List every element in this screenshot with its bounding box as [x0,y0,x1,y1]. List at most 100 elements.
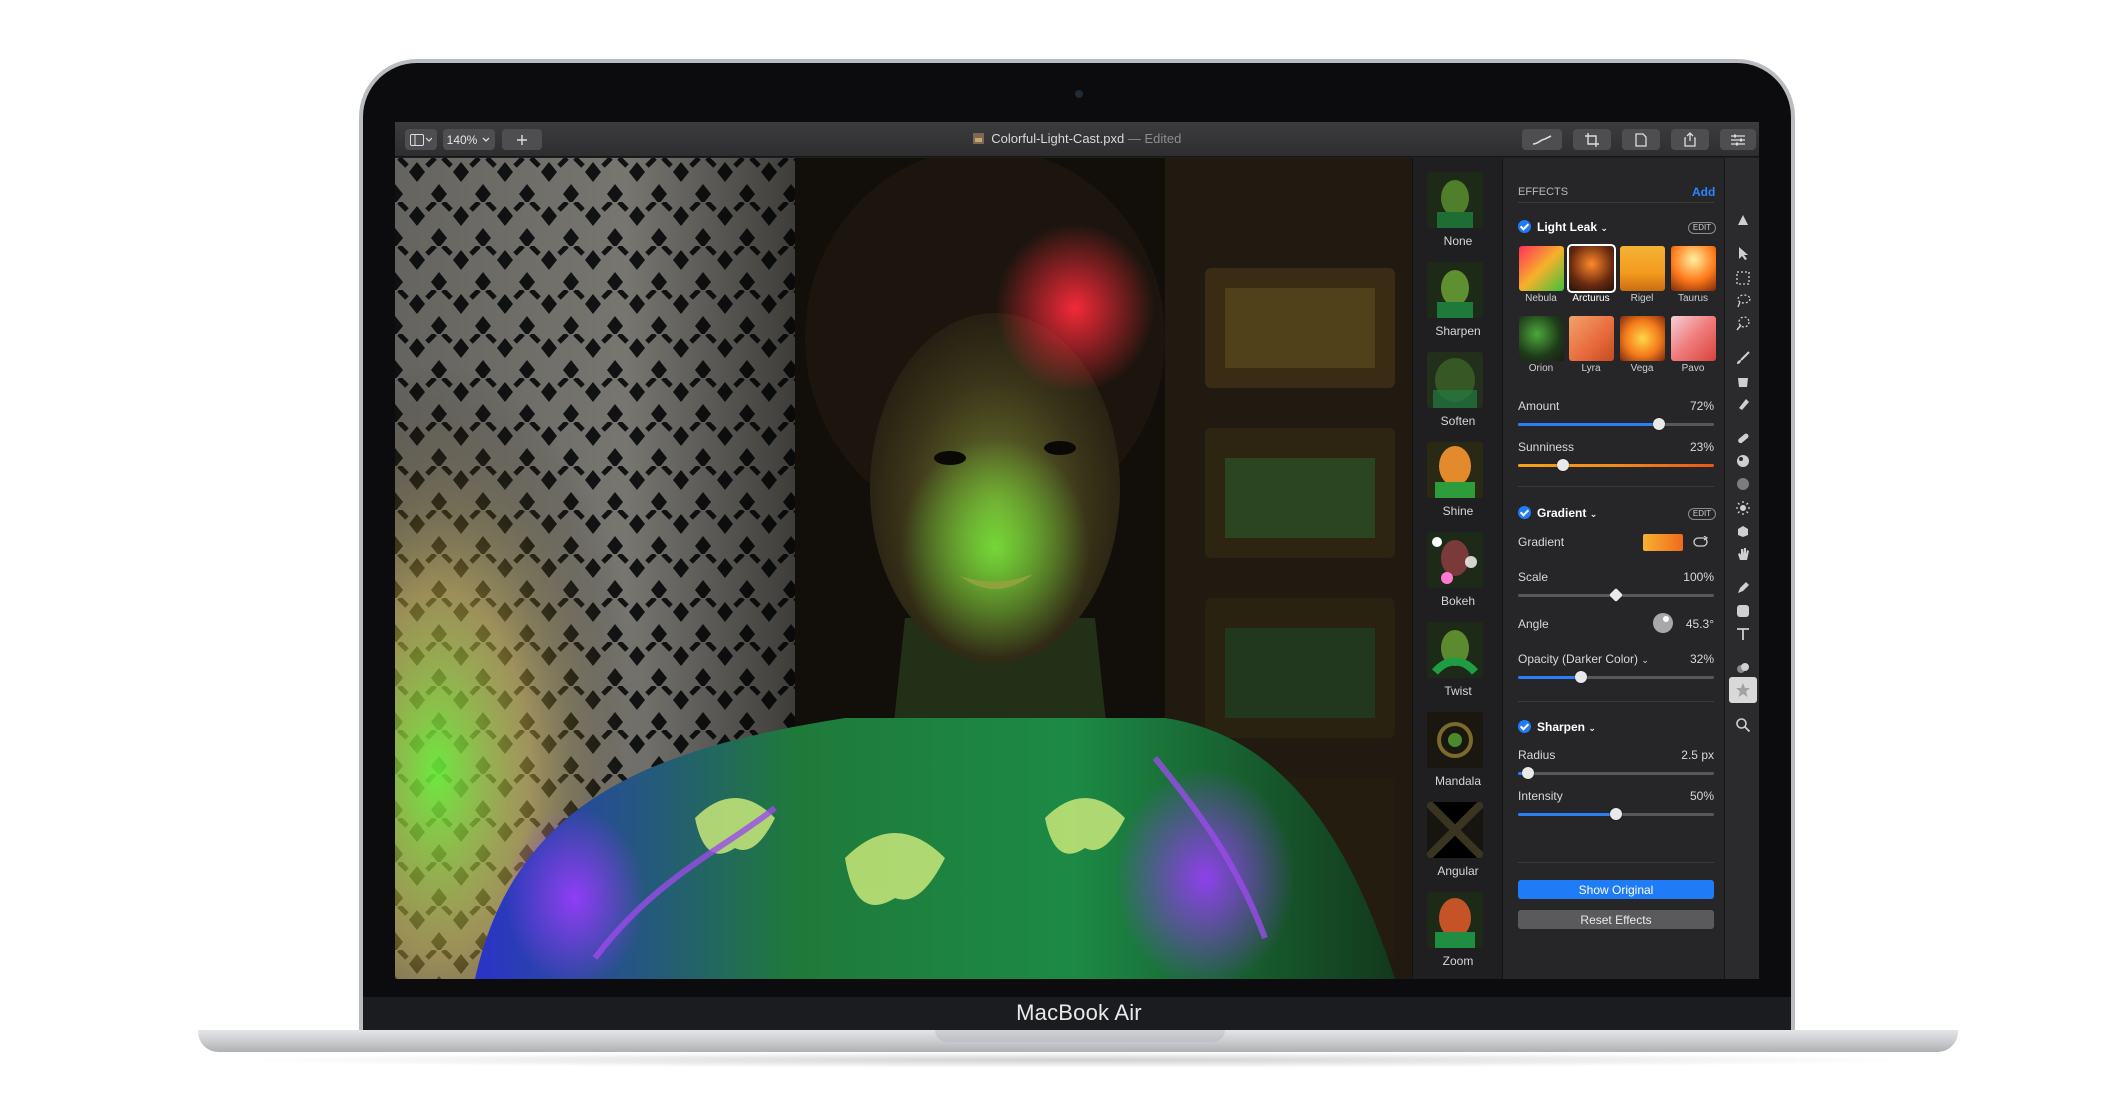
tool-effects-active[interactable] [1729,677,1757,703]
chevron-down-icon: ⌄ [1589,509,1598,519]
slider-knob[interactable] [1610,808,1622,820]
effect-thumb-none[interactable] [1427,172,1483,228]
tool-shape[interactable] [1733,601,1753,621]
tool-repair[interactable] [1733,428,1753,448]
laptop-shadow [230,1052,1926,1068]
tool-style[interactable] [1733,210,1753,230]
gradient-swatch[interactable] [1643,534,1683,551]
slider-knob[interactable] [1574,671,1587,683]
effect-thumb-angular[interactable] [1427,802,1483,858]
amount-slider[interactable] [1518,418,1714,430]
adjustments-button[interactable] [1720,129,1756,150]
preset-taurus[interactable] [1671,246,1716,291]
effect-preview [1427,622,1483,678]
color-adjust-icon [1737,663,1749,673]
slider-knob[interactable] [1521,767,1534,779]
preset-vega[interactable] [1620,316,1665,361]
effect-thumb-soften[interactable] [1427,352,1483,408]
preset-arcturus[interactable] [1567,244,1616,293]
tool-zoom[interactable] [1733,715,1753,735]
tool-type[interactable] [1733,624,1753,644]
draw-button[interactable] [1522,129,1562,150]
tool-paint[interactable] [1733,348,1753,368]
light-leak-title[interactable]: Light Leak ⌄ [1537,220,1608,234]
gradient-title-text: Gradient [1537,506,1587,520]
tool-blur[interactable] [1733,474,1753,494]
slider-knob[interactable] [1557,459,1570,471]
preset-lyra[interactable] [1569,316,1614,361]
document-name: Colorful-Light-Cast.pxd [991,131,1125,146]
reset-effects-button[interactable]: Reset Effects [1518,910,1714,929]
document-button[interactable] [1622,129,1660,150]
effect-preview [1427,172,1483,228]
sunniness-slider[interactable] [1518,459,1714,471]
eraser-icon [1739,399,1749,410]
gradient-checkbox[interactable] [1518,506,1531,519]
effect-thumb-twist[interactable] [1427,622,1483,678]
intensity-slider[interactable] [1518,808,1714,820]
share-button[interactable] [1671,129,1709,150]
effect-preview [1427,442,1483,498]
crop-icon [1585,132,1599,147]
scale-slider[interactable] [1518,587,1714,603]
preset-pavo[interactable] [1671,316,1716,361]
gradient-edit-button[interactable]: EDIT [1688,508,1716,520]
tool-light[interactable] [1733,498,1753,518]
radius-slider[interactable] [1518,767,1714,779]
preset-nebula[interactable] [1519,246,1564,291]
light-leak-title-text: Light Leak [1537,220,1598,234]
opacity-label[interactable]: Opacity (Darker Color) ⌄ [1518,652,1649,666]
effect-preview [1427,532,1483,588]
magic-select-icon [1736,316,1750,331]
tool-lasso[interactable] [1733,291,1753,311]
tool-sponge[interactable] [1733,521,1753,541]
effect-thumb-shine[interactable] [1427,442,1483,498]
show-original-button[interactable]: Show Original [1518,880,1714,899]
tool-smudge[interactable] [1733,544,1753,564]
tool-clone[interactable] [1733,451,1753,471]
tool-fill[interactable] [1733,371,1753,391]
effect-label: Shine [1442,504,1474,518]
preset-label: Taurus [1677,293,1708,304]
radius-value: 2.5 px [1681,748,1714,762]
effect-label: Sharpen [1435,324,1481,338]
opacity-slider[interactable] [1518,671,1714,683]
effect-preview [1427,262,1483,318]
effect-thumb-sharpen[interactable] [1427,262,1483,318]
slider-knob[interactable] [1653,418,1666,430]
tool-arrange[interactable] [1733,243,1753,263]
title-bar: 140% Colorful-Light-Cast.pxd — Edited [395,122,1759,157]
tool-color-adjust[interactable] [1733,658,1753,678]
tool-magic[interactable] [1733,314,1753,334]
preset-orion[interactable] [1519,316,1564,361]
effect-thumb-mandala[interactable] [1427,712,1483,768]
sharpen-checkbox[interactable] [1518,720,1531,733]
effect-label: Angular [1437,864,1479,878]
effect-thumb-zoom[interactable] [1427,892,1483,948]
add-effect-button[interactable]: Add [1692,185,1715,199]
swap-icon[interactable] [1693,536,1709,548]
crop-button[interactable] [1573,129,1611,150]
light-leak-checkbox[interactable] [1518,220,1531,233]
tool-erase[interactable] [1733,394,1753,414]
image-canvas[interactable] [395,158,1412,979]
effect-thumb-bokeh[interactable] [1427,532,1483,588]
tool-pen[interactable] [1733,578,1753,598]
sharpen-title[interactable]: Sharpen ⌄ [1537,720,1596,734]
preset-rigel[interactable] [1620,246,1665,291]
blur-icon [1737,478,1749,490]
preset-label: Orion [1528,363,1554,374]
divider [1518,862,1714,863]
document-icon [972,133,984,144]
preset-label: Arcturus [1572,293,1610,304]
gradient-title[interactable]: Gradient ⌄ [1537,506,1597,520]
gradient-label: Gradient [1518,535,1565,549]
sunniness-value: 23% [1689,440,1714,454]
light-leak-edit-button[interactable]: EDIT [1688,222,1716,234]
preset-label: Nebula [1525,293,1557,304]
brush-stroke-icon [1532,134,1552,145]
brush-icon [1737,351,1750,364]
preset-label: Pavo [1681,363,1705,374]
tools-rail [1724,158,1759,979]
tool-select[interactable] [1733,268,1753,288]
